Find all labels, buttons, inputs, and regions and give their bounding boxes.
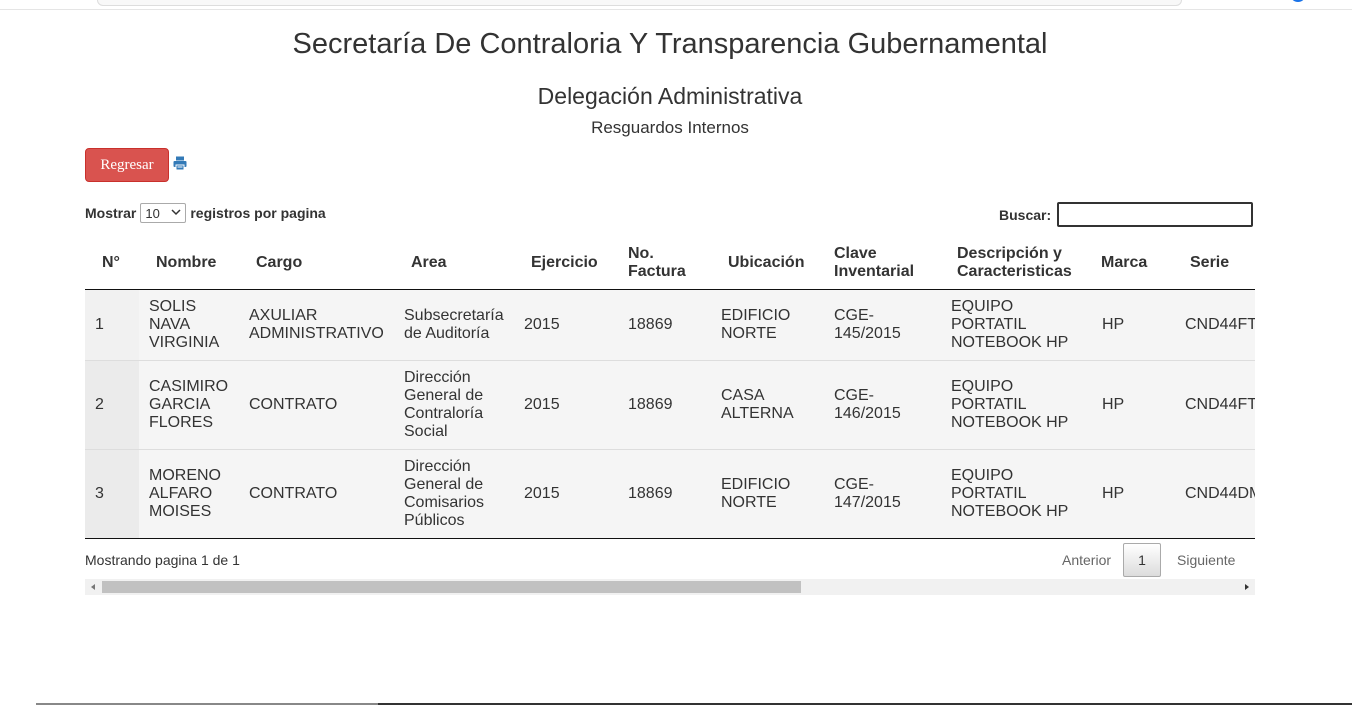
cell-area: Dirección General de Comisarios Públicos — [394, 448, 514, 538]
bottom-edge-right — [378, 703, 1352, 705]
cell-descripcion: EQUIPO PORTATIL NOTEBOOK HP — [941, 289, 1092, 360]
cell-descripcion: EQUIPO PORTATIL NOTEBOOK HP — [941, 359, 1092, 449]
cell-marca: HP — [1092, 359, 1175, 449]
cell-factura: 18869 — [618, 448, 711, 538]
cell-clave: CGE-147/2015 — [824, 448, 941, 538]
column-header-factura[interactable]: No. Factura — [618, 237, 711, 290]
column-header-ejercicio[interactable]: Ejercicio — [514, 237, 618, 290]
previous-page-button[interactable]: Anterior — [1050, 552, 1123, 568]
browser-profile-icon[interactable] — [1290, 0, 1306, 2]
cell-ejercicio: 2015 — [514, 359, 618, 449]
pagination: Anterior 1 Siguiente — [1050, 543, 1249, 577]
print-icon[interactable] — [173, 156, 187, 170]
column-header-nombre[interactable]: Nombre — [139, 237, 239, 290]
length-prefix-label: Mostrar — [85, 205, 137, 221]
table-bottom-border — [85, 538, 1255, 539]
section-title: Resguardos Internos — [591, 118, 749, 137]
cell-clave: CGE-146/2015 — [824, 359, 941, 449]
cell-ubicacion: EDIFICIO NORTE — [711, 448, 824, 538]
search-control: Buscar: — [999, 202, 1254, 227]
cell-cargo: CONTRATO — [239, 359, 394, 449]
table-row[interactable]: 1 SOLIS NAVA VIRGINIA AXULIAR ADMINISTRA… — [85, 289, 1255, 360]
cell-number: 1 — [85, 289, 139, 360]
cell-descripcion: EQUIPO PORTATIL NOTEBOOK HP — [941, 448, 1092, 538]
cell-ubicacion: CASA ALTERNA — [711, 359, 824, 449]
length-suffix-label: registros por pagina — [190, 205, 326, 221]
cell-factura: 18869 — [618, 289, 711, 360]
page-length-value: 10 — [145, 205, 160, 221]
cell-serie: CND44FT — [1175, 359, 1255, 449]
column-header-serie[interactable]: Serie — [1175, 237, 1255, 290]
column-header-area[interactable]: Area — [394, 237, 514, 290]
column-header-number[interactable]: N° — [85, 237, 139, 290]
column-header-marca[interactable]: Marca — [1092, 237, 1175, 290]
scroll-right-icon[interactable] — [1239, 579, 1255, 595]
scroll-left-icon[interactable] — [85, 579, 101, 595]
cell-cargo: AXULIAR ADMINISTRATIVO — [239, 289, 394, 360]
table-header-row: N° Nombre Cargo Area Ejercicio No. Factu… — [85, 237, 1255, 290]
next-page-button[interactable]: Siguiente — [1161, 552, 1249, 568]
cell-nombre: CASIMIRO GARCIA FLORES — [139, 359, 239, 449]
cell-area: Dirección General de Contraloría Social — [394, 359, 514, 449]
page-title: Secretaría De Contraloria Y Transparenci… — [292, 28, 1048, 60]
cell-ejercicio: 2015 — [514, 289, 618, 360]
page-length-select[interactable]: 10 — [140, 203, 187, 223]
browser-toolbar-remnant — [97, 0, 1182, 6]
column-header-descripcion[interactable]: Descripción y Caracteristicas — [941, 237, 1092, 290]
cell-area: Subsecretaría de Auditoría — [394, 289, 514, 360]
column-header-clave[interactable]: Clave Inventarial — [824, 237, 941, 290]
search-input[interactable] — [1057, 202, 1254, 227]
top-divider — [0, 9, 1352, 10]
cell-ejercicio: 2015 — [514, 448, 618, 538]
cell-number: 3 — [85, 448, 139, 538]
cell-cargo: CONTRATO — [239, 448, 394, 538]
cell-ubicacion: EDIFICIO NORTE — [711, 289, 824, 360]
chevron-down-icon — [171, 209, 181, 216]
scrollbar-thumb[interactable] — [102, 581, 801, 593]
cell-serie: CND44DM — [1175, 448, 1255, 538]
table-row[interactable]: 3 MORENO ALFARO MOISES CONTRATO Direcció… — [85, 448, 1255, 538]
pagination-info: Mostrando pagina 1 de 1 — [85, 552, 240, 568]
data-table: N° Nombre Cargo Area Ejercicio No. Factu… — [85, 237, 1255, 538]
search-label: Buscar: — [999, 206, 1052, 223]
bottom-edge-left — [36, 703, 378, 705]
cell-serie: CND44FT — [1175, 289, 1255, 360]
cell-nombre: SOLIS NAVA VIRGINIA — [139, 289, 239, 360]
horizontal-scrollbar[interactable] — [85, 579, 1255, 595]
data-table-viewport: N° Nombre Cargo Area Ejercicio No. Factu… — [85, 237, 1255, 539]
cell-clave: CGE-145/2015 — [824, 289, 941, 360]
page-1-button[interactable]: 1 — [1123, 543, 1162, 577]
column-header-ubicacion[interactable]: Ubicación — [711, 237, 824, 290]
cell-marca: HP — [1092, 289, 1175, 360]
page-subtitle: Delegación Administrativa — [537, 83, 803, 109]
column-header-cargo[interactable]: Cargo — [239, 237, 394, 290]
cell-marca: HP — [1092, 448, 1175, 538]
cell-factura: 18869 — [618, 359, 711, 449]
page-length-control: Mostrar 10 registros por pagina — [85, 203, 326, 223]
cell-number: 2 — [85, 359, 139, 449]
table-row[interactable]: 2 CASIMIRO GARCIA FLORES CONTRATO Direcc… — [85, 359, 1255, 449]
back-button[interactable]: Regresar — [85, 148, 169, 182]
cell-nombre: MORENO ALFARO MOISES — [139, 448, 239, 538]
